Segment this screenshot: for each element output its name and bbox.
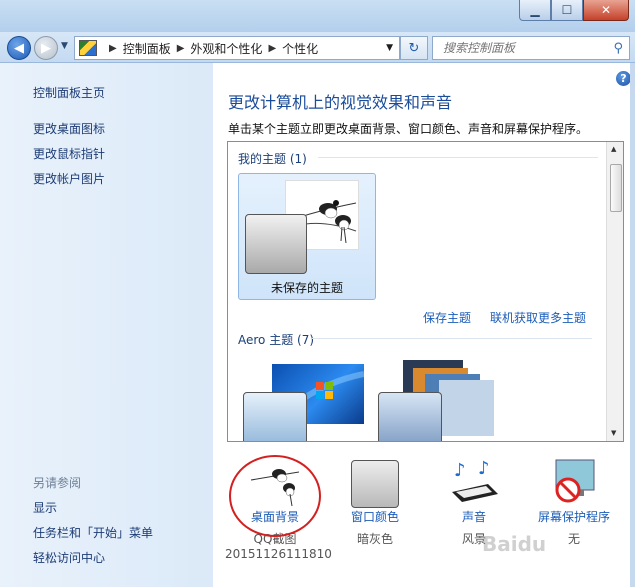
search-icon[interactable]: ⚲ (613, 41, 623, 56)
search-input[interactable] (441, 40, 605, 56)
glass-color-swatch (378, 392, 442, 441)
glass-color-swatch (245, 214, 307, 274)
svg-text:♪: ♪ (454, 460, 466, 481)
close-button[interactable]: ✕ (583, 0, 629, 21)
forward-button[interactable]: ▶ (34, 36, 58, 60)
breadcrumb-parent[interactable]: 外观和个性化 (190, 40, 262, 57)
title-bar: ▁ ☐ ✕ (0, 0, 635, 33)
chevron-right-icon: ▶ (109, 42, 117, 54)
window-color-setting[interactable]: 窗口颜色 暗灰色 (325, 458, 425, 547)
window-controls: ▁ ☐ ✕ (519, 0, 629, 21)
breadcrumb-root[interactable]: 控制面板 (123, 40, 171, 57)
see-also-display-link[interactable]: 显示 (33, 499, 57, 516)
glass-color-swatch (243, 392, 307, 441)
window-border (630, 63, 635, 587)
refresh-button[interactable]: ↻ (400, 36, 428, 60)
see-also-heading: 另请参阅 (33, 476, 82, 490)
online-themes-link[interactable]: 联机获取更多主题 (490, 309, 586, 326)
navigation-bar: ◀ ▶ ▼ ▶ 控制面板 ▶ 外观和个性化 ▶ 个性化 ▼ ↻ ⚲ (0, 32, 635, 63)
window-color-label: 窗口颜色 (350, 510, 399, 524)
sidebar-home-link[interactable]: 控制面板主页 (33, 84, 105, 101)
screen-saver-icon (548, 458, 600, 508)
address-bar[interactable]: ▶ 控制面板 ▶ 外观和个性化 ▶ 个性化 ▼ (74, 36, 400, 60)
save-theme-link[interactable]: 保存主题 (423, 309, 471, 326)
divider (318, 157, 598, 158)
theme-unsaved[interactable]: 未保存的主题 (238, 173, 376, 300)
scroll-down-icon[interactable]: ▼ (611, 429, 616, 437)
sidebar-link-desktop-icons[interactable]: 更改桌面图标 (33, 120, 105, 137)
screen-saver-label: 屏幕保护程序 (537, 510, 610, 524)
recent-pages-dropdown[interactable]: ▼ (61, 41, 68, 51)
help-icon[interactable]: ? (616, 71, 631, 86)
maximize-button[interactable]: ☐ (551, 0, 583, 21)
scroll-up-icon[interactable]: ▲ (611, 145, 616, 153)
window-color-icon (349, 458, 401, 508)
scrollbar-thumb[interactable] (610, 164, 622, 212)
svg-text:♪: ♪ (478, 458, 490, 479)
search-box[interactable]: ⚲ (432, 36, 630, 60)
chevron-down-icon[interactable]: ▼ (386, 43, 393, 53)
see-also-accessibility-link[interactable]: 轻松访问中心 (33, 549, 105, 566)
control-panel-icon (79, 40, 97, 56)
gallery-scrollbar[interactable]: ▲ ▼ (606, 142, 623, 441)
baidu-watermark: Baidu (482, 532, 547, 556)
chevron-right-icon: ▶ (176, 42, 185, 54)
divider (312, 338, 592, 339)
sidebar-link-mouse-pointers[interactable]: 更改鼠标指针 (33, 145, 105, 162)
sidebar-link-account-picture[interactable]: 更改帐户图片 (33, 170, 105, 187)
window-color-value: 暗灰色 (356, 532, 393, 546)
sounds-icon: ♪ ♪ (448, 458, 500, 508)
minimize-button[interactable]: ▁ (519, 0, 551, 21)
theme-gallery[interactable]: 我的主题 (1) 未保存的主题 保存主题 联机获取更多主题 Aero 主题 (7… (227, 141, 624, 442)
red-highlight-circle (229, 455, 321, 537)
breadcrumb-current[interactable]: 个性化 (282, 40, 318, 57)
my-themes-heading: 我的主题 (1) (238, 152, 307, 166)
sidebar: 控制面板主页 更改桌面图标 更改鼠标指针 更改帐户图片 另请参阅 显示 任务栏和… (0, 63, 213, 587)
aero-themes-heading: Aero 主题 (7) (238, 333, 315, 347)
back-button[interactable]: ◀ (7, 36, 31, 60)
see-also-taskbar-link[interactable]: 任务栏和「开始」菜单 (33, 524, 153, 541)
theme-unsaved-label: 未保存的主题 (270, 281, 343, 295)
page-description: 单击某个主题立即更改桌面背景、窗口颜色、声音和屏幕保护程序。 (228, 122, 589, 136)
sounds-label: 声音 (461, 510, 486, 524)
chevron-right-icon: ▶ (268, 42, 277, 54)
page-title: 更改计算机上的视觉效果和声音 (228, 93, 453, 112)
